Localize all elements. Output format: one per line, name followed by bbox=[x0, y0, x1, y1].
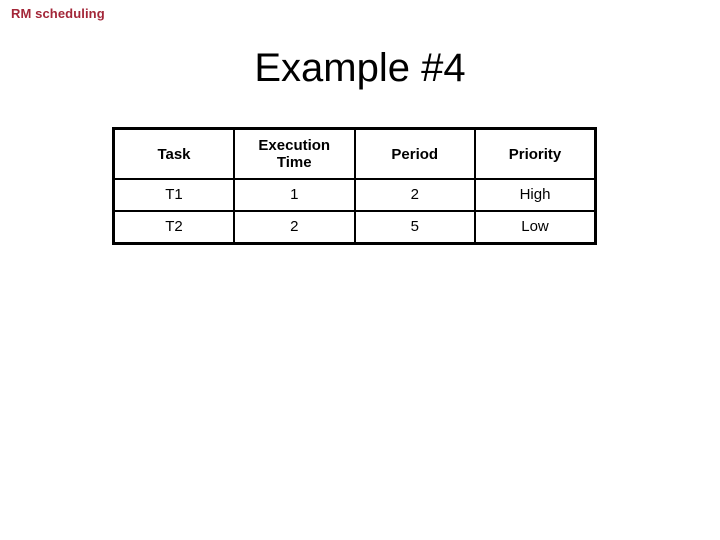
task-table-container: Task Execution Time Period Priority T1 1… bbox=[112, 127, 597, 245]
column-header-task-label: Task bbox=[157, 145, 191, 163]
column-header-period-label: Period bbox=[391, 145, 439, 163]
column-header-execution-time: Execution Time bbox=[233, 127, 356, 180]
cell-period: 2 bbox=[353, 178, 476, 212]
slide-section-label: RM scheduling bbox=[11, 6, 105, 21]
task-parameters-table: Task Execution Time Period Priority T1 1… bbox=[112, 127, 597, 245]
page-title: Example #4 bbox=[254, 46, 466, 90]
column-header-period: Period bbox=[353, 127, 476, 180]
column-header-priority: Priority bbox=[474, 127, 597, 180]
table-row: T2 2 5 Low bbox=[112, 210, 597, 245]
cell-execution-time: 1 bbox=[233, 178, 356, 212]
table-body: T1 1 2 High T2 2 5 Low bbox=[112, 178, 597, 245]
column-header-priority-label: Priority bbox=[508, 145, 562, 163]
table-row: T1 1 2 High bbox=[112, 178, 597, 212]
cell-task: T1 bbox=[112, 178, 235, 212]
cell-period: 5 bbox=[353, 210, 476, 245]
cell-priority: High bbox=[474, 178, 597, 212]
column-header-execution-time-line1: Execution bbox=[258, 137, 331, 154]
cell-execution-time: 2 bbox=[233, 210, 356, 245]
table-header-row: Task Execution Time Period Priority bbox=[112, 127, 597, 180]
table-header: Task Execution Time Period Priority bbox=[112, 127, 597, 180]
column-header-execution-time-line2: Time bbox=[276, 154, 312, 171]
cell-priority: Low bbox=[474, 210, 597, 245]
column-header-task: Task bbox=[112, 127, 235, 180]
cell-task: T2 bbox=[112, 210, 235, 245]
